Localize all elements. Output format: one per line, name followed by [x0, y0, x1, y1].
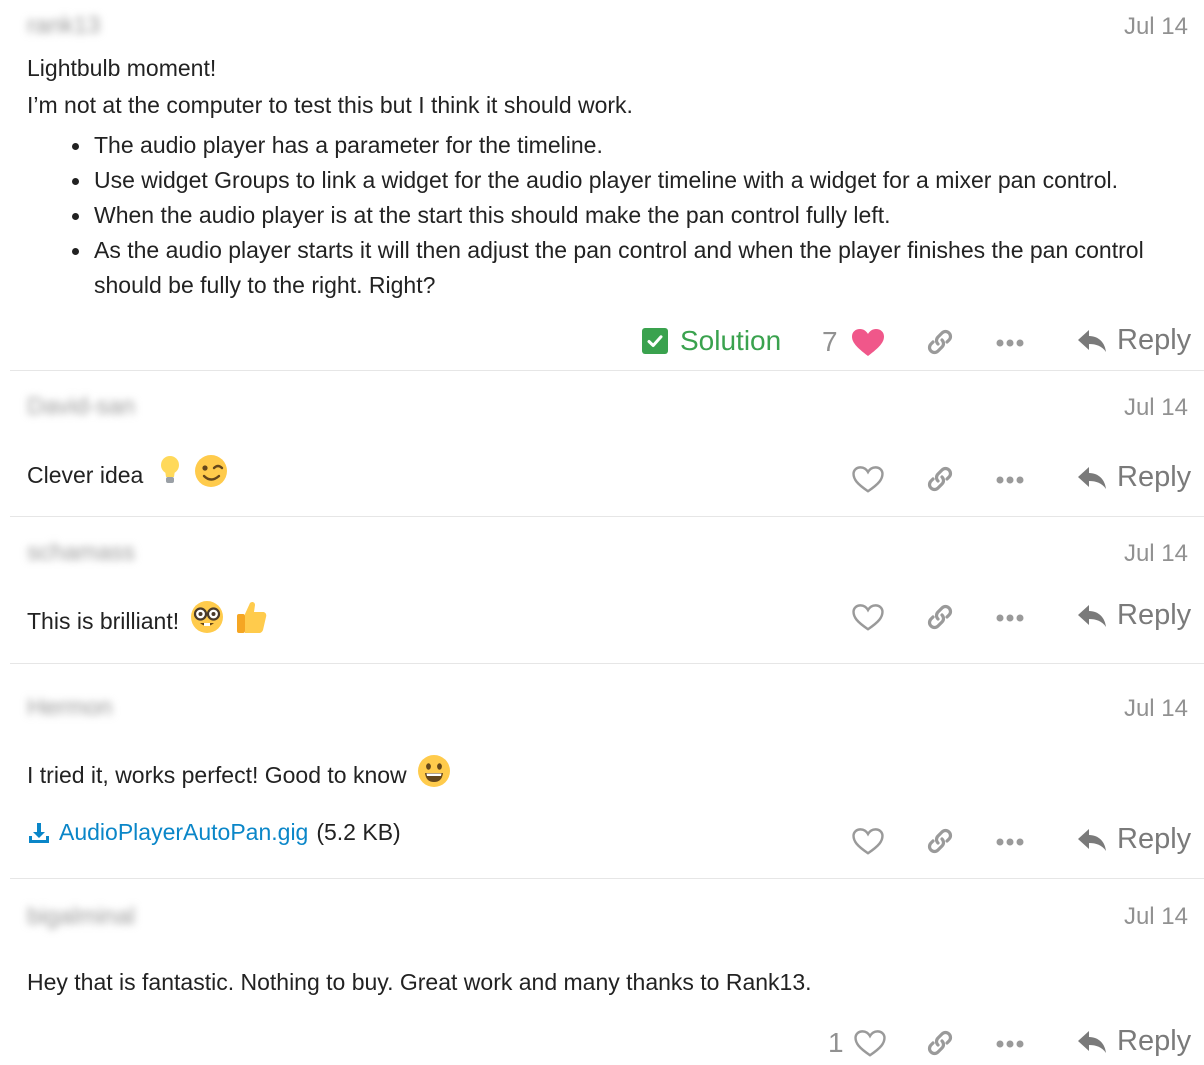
post-date[interactable]: Jul 14 [1124, 903, 1188, 931]
post-text-content: I tried it, works perfect! Good to know [27, 762, 407, 789]
heart-icon[interactable] [852, 1027, 888, 1061]
reply-button[interactable]: Reply [1077, 823, 1191, 856]
bullet-item: Use widget Groups to link a widget for t… [72, 163, 1174, 198]
reply-label: Reply [1117, 324, 1192, 356]
post-actions: Reply [0, 597, 1204, 641]
reply-button[interactable]: Reply [1077, 599, 1191, 632]
post-actions: 1 Reply [0, 1021, 1204, 1065]
post-2: David-san Jul 14 Clever idea Reply [0, 371, 1204, 516]
post-text: I tried it, works perfect! Good to know [27, 755, 451, 794]
post-actions: Reply [0, 821, 1204, 865]
link-icon[interactable] [922, 823, 958, 859]
reply-icon [1078, 329, 1106, 352]
post-date[interactable]: Jul 14 [1124, 13, 1188, 41]
heart-icon[interactable] [850, 825, 886, 859]
link-icon[interactable] [922, 461, 958, 497]
post-author[interactable]: schamass [27, 539, 135, 567]
solution-badge[interactable]: Solution [642, 325, 781, 357]
heart-icon[interactable] [850, 601, 886, 635]
reply-button[interactable]: Reply [1077, 461, 1191, 494]
reply-button[interactable]: Reply [1077, 1025, 1191, 1058]
post-author[interactable]: Hermon [27, 694, 112, 722]
reply-icon [1078, 466, 1106, 489]
more-icon[interactable] [992, 1027, 1028, 1061]
link-icon[interactable] [922, 1025, 958, 1061]
reply-label: Reply [1117, 1025, 1192, 1057]
post-5: bigalminal Jul 14 Hey that is fantastic.… [0, 879, 1204, 1058]
reply-icon [1078, 604, 1106, 627]
bullet-list: The audio player has a parameter for the… [72, 128, 1174, 303]
solution-label: Solution [680, 325, 782, 356]
post-author[interactable]: David-san [27, 393, 135, 421]
reply-icon [1078, 828, 1106, 851]
post-text-line: Lightbulb moment! [27, 55, 217, 81]
reply-label: Reply [1117, 461, 1192, 493]
more-icon[interactable] [992, 825, 1028, 859]
reply-label: Reply [1117, 599, 1192, 631]
post-date[interactable]: Jul 14 [1124, 394, 1188, 422]
heart-filled-icon[interactable] [850, 326, 886, 360]
like-count[interactable]: 1 [828, 1027, 844, 1059]
link-icon[interactable] [922, 324, 958, 360]
like-count[interactable]: 7 [822, 326, 838, 358]
reply-label: Reply [1117, 823, 1192, 855]
post-author[interactable]: bigalminal [27, 903, 135, 931]
post-1: rank13 Jul 14 Lightbulb moment! I’m not … [0, 0, 1204, 370]
bullet-item: When the audio player is at the start th… [72, 198, 1174, 233]
heart-icon[interactable] [850, 463, 886, 497]
bullet-item: The audio player has a parameter for the… [72, 128, 1174, 163]
post-actions: Reply [0, 459, 1204, 503]
bullet-item: As the audio player starts it will then … [72, 233, 1169, 303]
post-text: Hey that is fantastic. Nothing to buy. G… [27, 969, 812, 995]
grinning-face-emoji-icon [417, 754, 451, 794]
post-3: schamass Jul 14 This is brilliant! Reply [0, 517, 1204, 663]
post-date[interactable]: Jul 14 [1124, 540, 1188, 568]
post-text-line: I’m not at the computer to test this but… [27, 92, 633, 118]
post-4: Hermon Jul 14 I tried it, works perfect!… [0, 664, 1204, 878]
checkbox-icon [642, 328, 668, 354]
post-actions: Solution 7 Reply [0, 320, 1204, 364]
post-date[interactable]: Jul 14 [1124, 695, 1188, 723]
reply-button[interactable]: Reply [1077, 324, 1191, 357]
link-icon[interactable] [922, 599, 958, 635]
reply-icon [1078, 1030, 1106, 1053]
more-icon[interactable] [992, 463, 1028, 497]
more-icon[interactable] [992, 601, 1028, 635]
more-icon[interactable] [992, 326, 1028, 360]
post-author[interactable]: rank13 [27, 12, 100, 40]
